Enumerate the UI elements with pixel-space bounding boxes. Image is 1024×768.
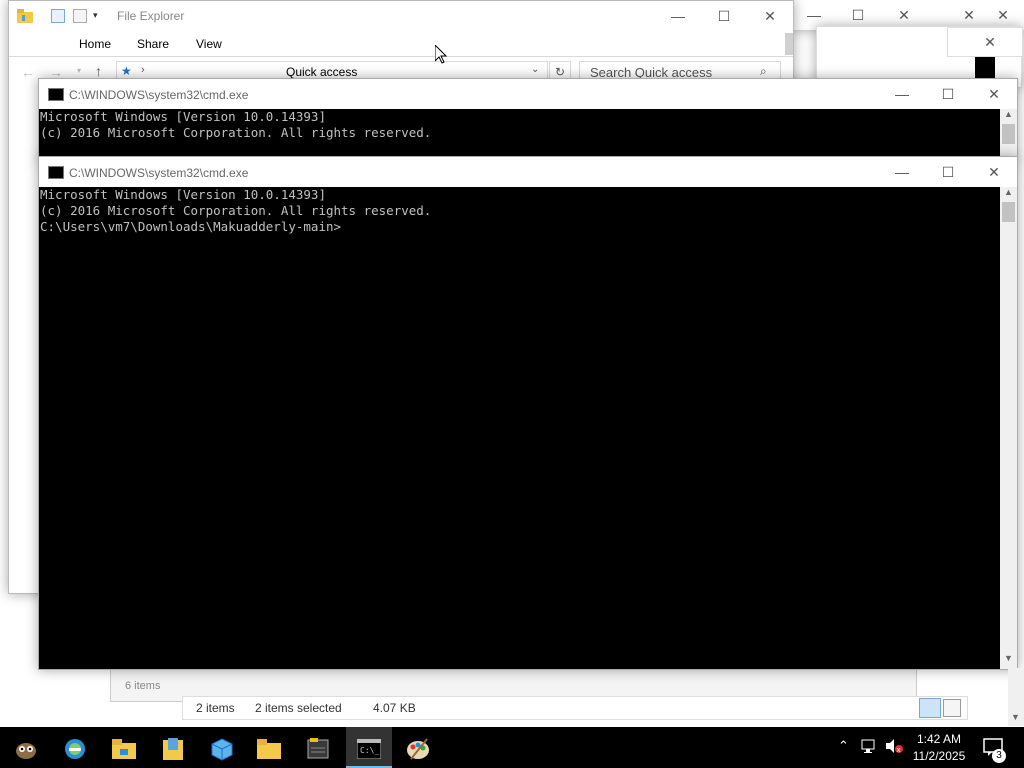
scrollbar-thumb[interactable]: [1002, 124, 1015, 144]
explorer-statusbar: 2 items 2 items selected 4.07 KB: [182, 696, 968, 720]
console-output[interactable]: Microsoft Windows [Version 10.0.14393] (…: [39, 187, 1001, 669]
scroll-up-icon[interactable]: ▲: [1004, 187, 1013, 197]
close-icon[interactable]: ✕: [971, 157, 1017, 187]
cmd-title: C:\WINDOWS\system32\cmd.exe: [69, 166, 249, 180]
scrollbar-thumb[interactable]: [1002, 202, 1015, 222]
folder-icon[interactable]: [253, 733, 285, 765]
back-icon[interactable]: ←: [21, 64, 35, 80]
status-selected: 2 items selected: [255, 701, 342, 715]
scroll-down-icon[interactable]: ▼: [1004, 653, 1013, 663]
large-icons-view-icon[interactable]: [943, 699, 961, 717]
clock-date[interactable]: 11/2/2025: [910, 749, 968, 763]
explorer-title: File Explorer: [117, 9, 185, 23]
vertical-scrollbar[interactable]: ▲: [1000, 109, 1017, 161]
details-view-icon[interactable]: [919, 698, 941, 718]
close-icon[interactable]: ✕: [747, 1, 793, 31]
address-text: Quick access: [286, 65, 358, 79]
box-icon[interactable]: [206, 733, 238, 765]
desktop-scrollbar[interactable]: ▼: [1008, 668, 1024, 726]
search-icon: ⌕: [760, 64, 767, 78]
console-line: (c) 2016 Microsoft Corporation. All righ…: [40, 203, 432, 218]
console-line: (c) 2016 Microsoft Corporation. All righ…: [40, 125, 432, 140]
ribbon-tab-view[interactable]: View: [196, 37, 222, 51]
folder-icon: [17, 9, 33, 23]
start-icon[interactable]: [10, 733, 42, 765]
document-folder-icon[interactable]: [157, 733, 189, 765]
cmd-icon: [48, 88, 64, 101]
cmd-titlebar[interactable]: C:\WINDOWS\system32\cmd.exe — ☐ ✕: [39, 157, 1017, 187]
minimize-icon[interactable]: —: [655, 1, 701, 31]
vertical-scrollbar[interactable]: ▲ ▼: [1000, 187, 1017, 669]
maximize-icon[interactable]: ☐: [925, 79, 971, 109]
recent-dropdown-icon[interactable]: ▾: [77, 66, 81, 75]
cmd-titlebar[interactable]: C:\WINDOWS\system32\cmd.exe — ☐ ✕: [39, 79, 1017, 109]
close-icon[interactable]: ✕: [971, 79, 1017, 109]
cmd-icon[interactable]: C:\_: [353, 733, 385, 765]
mouse-cursor-icon: [434, 43, 448, 67]
close-icon[interactable]: ✕: [967, 27, 1013, 57]
status-item-count: 2 items: [196, 701, 235, 715]
file-explorer-icon[interactable]: [108, 733, 140, 765]
maximize-icon[interactable]: ☐: [701, 1, 747, 31]
cmd-icon: [48, 166, 64, 179]
svg-text:C:\_: C:\_: [360, 746, 379, 755]
svg-text:x: x: [897, 746, 901, 754]
ie-icon[interactable]: [59, 733, 91, 765]
ribbon-tab-share[interactable]: Share: [137, 37, 169, 51]
explorer-titlebar[interactable]: ▾ File Explorer — ☐ ✕: [9, 1, 793, 31]
clock-time[interactable]: 1:42 AM: [916, 732, 962, 746]
minimize-icon[interactable]: —: [879, 79, 925, 109]
status-items-behind: 6 items: [125, 680, 161, 692]
status-size: 4.07 KB: [373, 701, 416, 715]
minimize-icon[interactable]: —: [879, 157, 925, 187]
up-icon[interactable]: ↑: [95, 63, 102, 79]
ribbon-separator: [9, 56, 793, 57]
breadcrumb-chevron-icon: ›: [141, 64, 145, 76]
console-line: Microsoft Windows [Version 10.0.14393]: [40, 109, 326, 124]
notification-count-badge: 3: [992, 749, 1006, 763]
maximize-icon[interactable]: ☐: [925, 157, 971, 187]
console-prompt[interactable]: C:\Users\vm7\Downloads\Makuadderly-main>: [40, 219, 1001, 235]
cmd-title: C:\WINDOWS\system32\cmd.exe: [69, 88, 249, 102]
scroll-up-icon[interactable]: ▲: [1004, 109, 1013, 119]
notepad-icon[interactable]: [302, 733, 334, 765]
console-line: Microsoft Windows [Version 10.0.14393]: [40, 187, 326, 202]
quick-access-star-icon: ★: [121, 64, 132, 78]
new-folder-icon[interactable]: [73, 9, 87, 23]
scroll-down-icon[interactable]: ▼: [1011, 712, 1020, 722]
cmd-window-front: C:\WINDOWS\system32\cmd.exe — ☐ ✕ Micros…: [38, 156, 1018, 670]
address-dropdown-icon[interactable]: ⌄: [531, 64, 539, 75]
show-hidden-icons-icon[interactable]: ⌃: [838, 738, 849, 754]
volume-muted-icon[interactable]: x: [884, 738, 904, 757]
ribbon-tab-home[interactable]: Home: [79, 37, 111, 51]
dropdown-icon[interactable]: ▾: [93, 10, 98, 21]
network-icon[interactable]: [861, 738, 879, 757]
paint-icon[interactable]: [402, 733, 434, 765]
checkbox-icon[interactable]: [51, 9, 65, 23]
console-output: Microsoft Windows [Version 10.0.14393] (…: [39, 109, 1001, 161]
cmd-window-back: C:\WINDOWS\system32\cmd.exe — ☐ ✕ Micros…: [38, 78, 1018, 162]
scrollbar-thumb[interactable]: [785, 33, 793, 55]
